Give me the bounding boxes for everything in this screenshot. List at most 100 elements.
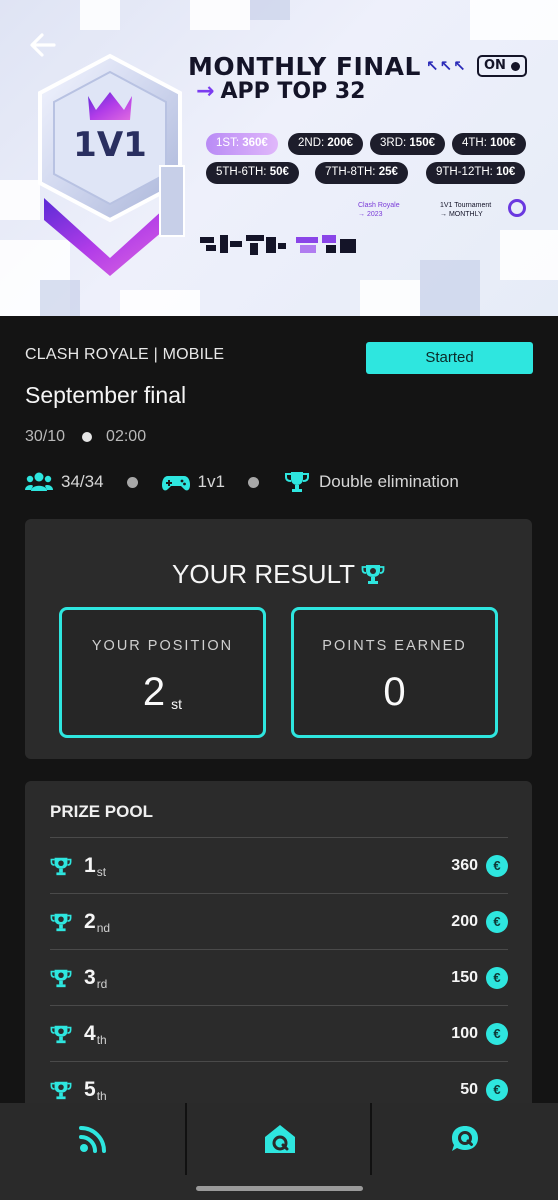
prize-amount: 50 bbox=[460, 1080, 478, 1098]
trophy-icon bbox=[50, 857, 72, 875]
gamepad-icon bbox=[161, 476, 190, 491]
banner-subtitle: → APP TOP 32 bbox=[196, 79, 365, 104]
prize-pill: 3RD: 150€ bbox=[370, 133, 445, 155]
prize-rank-suffix: th bbox=[96, 1088, 107, 1103]
separator-dot bbox=[126, 476, 138, 488]
euro-coin-icon: € bbox=[486, 1078, 508, 1101]
pill-value: 100€ bbox=[490, 137, 516, 149]
points-box: POINTS EARNED 0 bbox=[291, 607, 498, 738]
logo-line: → 2023 bbox=[358, 211, 383, 218]
prize-pill: 4TH: 100€ bbox=[452, 133, 526, 155]
prize-rank-suffix: st bbox=[96, 864, 107, 879]
prize-pill: 7TH-8TH: 25€ bbox=[315, 162, 408, 184]
separator-dot bbox=[82, 432, 93, 442]
pill-label: 1ST: bbox=[216, 137, 240, 149]
prize-rank: 5 bbox=[84, 1077, 96, 1101]
pill-value: 50€ bbox=[269, 166, 289, 178]
tournament-title: September final bbox=[25, 382, 187, 408]
prize-rank-suffix: nd bbox=[96, 920, 111, 935]
tournament-date: 30/10 bbox=[25, 428, 66, 445]
trophy-icon bbox=[50, 913, 72, 931]
prize-row: 3rd 150 € bbox=[50, 949, 508, 1005]
pill-label: 2ND: bbox=[298, 137, 325, 149]
prize-pill: 5TH-6TH: 50€ bbox=[206, 162, 299, 184]
result-card: YOUR RESULT YOUR POSITION 2 st POINTS EAR… bbox=[25, 519, 532, 759]
system-home-indicator[interactable] bbox=[196, 1186, 363, 1191]
nav-chat[interactable] bbox=[372, 1103, 558, 1175]
prize-row: 4th 100 € bbox=[50, 1005, 508, 1061]
glitch-text-decoration-icon bbox=[200, 235, 356, 255]
trophy-icon bbox=[361, 565, 385, 584]
trophy-icon bbox=[50, 1025, 72, 1043]
euro-coin-icon: € bbox=[486, 910, 508, 933]
prize-rank: 4 bbox=[84, 1021, 96, 1045]
nav-home[interactable] bbox=[187, 1103, 373, 1175]
pixel-decoration bbox=[470, 0, 558, 40]
toggle-label: ON bbox=[484, 58, 506, 73]
position-number: 2 bbox=[142, 670, 166, 714]
banner-subtitle-arrow: → bbox=[196, 79, 215, 104]
prize-rank-suffix: th bbox=[96, 1032, 107, 1047]
tournament-badge-icon: 1V1 bbox=[38, 53, 185, 276]
euro-coin-icon: € bbox=[486, 1022, 508, 1045]
users-icon bbox=[25, 472, 53, 491]
pill-label: 4TH: bbox=[462, 137, 487, 149]
toggle-dot-icon bbox=[511, 62, 520, 71]
prize-rank-suffix: rd bbox=[96, 976, 108, 991]
separator-dot bbox=[247, 476, 259, 488]
logo-line: 1V1 Tournament bbox=[440, 202, 492, 209]
tournament-banner: 1V1 MONTHLY FINAL → APP TOP 32 ↖↖↖ ON 1ST… bbox=[0, 0, 558, 316]
prize-row: 1st 360 € bbox=[50, 837, 508, 893]
euro-coin-icon: € bbox=[486, 854, 508, 877]
tournament-datetime: 30/10 02:00 bbox=[25, 428, 146, 446]
euro-coin-icon: € bbox=[486, 966, 508, 989]
nav-feed[interactable] bbox=[0, 1103, 186, 1175]
tournament-meta: 34/34 1v1 Double elimination bbox=[25, 470, 459, 494]
clash-royale-logo: Clash Royale → 2023 bbox=[358, 201, 400, 219]
pixel-decoration bbox=[190, 0, 250, 30]
prize-amount: 150 bbox=[451, 968, 478, 986]
game-mode: 1v1 bbox=[197, 472, 225, 491]
pixel-decoration bbox=[120, 290, 200, 316]
tournament-time: 02:00 bbox=[106, 428, 147, 445]
pixel-decoration bbox=[360, 280, 420, 316]
points-value: 0 bbox=[383, 670, 406, 714]
prize-pill: 2ND: 200€ bbox=[288, 133, 363, 155]
feed-icon bbox=[79, 1126, 106, 1153]
points-label: POINTS EARNED bbox=[322, 638, 467, 654]
result-title-text: YOUR RESULT bbox=[172, 559, 355, 589]
pixel-decoration bbox=[40, 280, 80, 316]
tournament-format: Double elimination bbox=[318, 472, 459, 491]
logo-line: Clash Royale bbox=[358, 202, 400, 209]
pixel-decoration bbox=[500, 230, 558, 280]
pill-label: 7TH-8TH: bbox=[325, 166, 376, 178]
position-suffix: st bbox=[171, 696, 183, 712]
prize-pill: 9TH-12TH: 10€ bbox=[426, 162, 526, 184]
prize-pool-title: PRIZE POOL bbox=[50, 802, 153, 821]
position-value: 2 st bbox=[62, 670, 263, 715]
trophy-icon bbox=[284, 472, 309, 492]
position-label: YOUR POSITION bbox=[91, 638, 234, 654]
arrows-decoration: ↖↖↖ bbox=[426, 58, 467, 75]
logo-line: → MONTHLY bbox=[440, 211, 483, 218]
trophy-icon bbox=[50, 1081, 72, 1099]
pill-value: 25€ bbox=[378, 166, 398, 178]
status-button[interactable]: Started bbox=[366, 342, 533, 374]
pixel-decoration bbox=[80, 0, 120, 30]
prize-amount: 200 bbox=[451, 912, 478, 930]
pill-value: 150€ bbox=[409, 137, 435, 149]
chat-icon bbox=[452, 1126, 478, 1151]
pill-label: 9TH-12TH: bbox=[436, 166, 493, 178]
on-toggle-graphic: ON bbox=[477, 55, 527, 77]
prize-rank: 3 bbox=[84, 965, 96, 989]
tournament-logo: 1V1 Tournament → MONTHLY bbox=[440, 201, 491, 219]
player-count: 34/34 bbox=[61, 472, 104, 491]
result-title: YOUR RESULT bbox=[25, 559, 532, 590]
pill-value: 200€ bbox=[327, 137, 353, 149]
brand-c-icon bbox=[508, 199, 526, 217]
pill-value: 10€ bbox=[496, 166, 516, 178]
badge-text: 1V1 bbox=[73, 125, 147, 165]
banner-subtitle-text: APP TOP 32 bbox=[220, 79, 366, 104]
pixel-decoration bbox=[250, 0, 290, 20]
prize-rank: 2 bbox=[84, 909, 96, 933]
